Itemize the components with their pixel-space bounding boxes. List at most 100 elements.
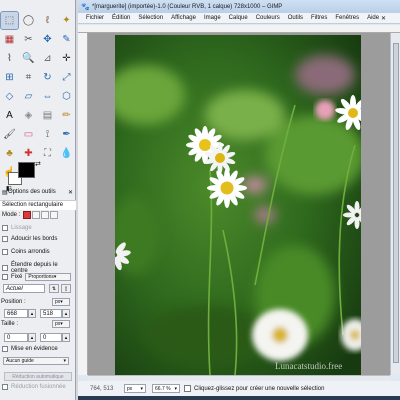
size-w-stepper[interactable]: ▴ bbox=[28, 333, 36, 342]
zoom-dropdown[interactable]: 66.7 % ▾ bbox=[152, 384, 180, 393]
vertical-scrollbar[interactable] bbox=[390, 33, 400, 375]
size-label-row: Taille : px ▾ bbox=[0, 320, 76, 328]
title-bar[interactable]: 🐾 *[marguerite] (importée)-1.0 (Couleur … bbox=[78, 0, 400, 13]
feather-checkbox[interactable] bbox=[2, 236, 8, 242]
move-tool-button[interactable]: ✛ bbox=[58, 50, 75, 67]
measure-icon: ⊿ bbox=[43, 52, 52, 64]
perspective-clone-icon: ⛶ bbox=[44, 147, 51, 159]
auto-shrink-button[interactable]: Réduction automatique bbox=[4, 372, 72, 381]
menu-couleurs[interactable]: Couleurs bbox=[256, 15, 280, 21]
guides-dropdown[interactable]: Aucun guide ▾ bbox=[3, 357, 69, 365]
smoothing-row[interactable]: Lissage bbox=[0, 225, 76, 231]
foreground-color-swatch[interactable] bbox=[18, 162, 35, 178]
position-x-input[interactable]: 668 bbox=[4, 309, 28, 318]
size-h-value: 0 bbox=[43, 334, 47, 341]
highlight-checkbox[interactable] bbox=[2, 346, 8, 352]
menu-fenetres[interactable]: Fenêtres bbox=[335, 15, 359, 21]
mode-intersect-button[interactable] bbox=[50, 211, 59, 219]
lasso-tool-button[interactable]: ℓ bbox=[39, 12, 56, 29]
menu-outils[interactable]: Outils bbox=[288, 15, 303, 21]
position-unit-dropdown[interactable]: px ▾ bbox=[52, 298, 70, 306]
swap-colors-icon[interactable]: ⇄ bbox=[35, 160, 41, 168]
mode-add-button[interactable] bbox=[32, 211, 41, 219]
swap-ratio-icon[interactable]: ⇅ bbox=[49, 284, 59, 293]
shear-icon: ◇ bbox=[5, 90, 14, 102]
rounded-checkbox[interactable] bbox=[2, 249, 8, 255]
expand-checkbox[interactable] bbox=[2, 265, 8, 271]
menu-image[interactable]: Image bbox=[204, 15, 221, 21]
menu-filtres[interactable]: Filtres bbox=[311, 15, 327, 21]
ellipse-select-tool-button[interactable]: ◯ bbox=[20, 12, 37, 29]
scissors-tool-button[interactable]: ✂ bbox=[20, 31, 37, 48]
horizontal-ruler[interactable] bbox=[78, 25, 400, 33]
daisy-photo[interactable]: Lunacatstudio.free bbox=[115, 35, 361, 375]
rotate-tool-button[interactable]: ↻ bbox=[39, 69, 56, 86]
bucket-fill-tool-button[interactable]: ◈ bbox=[20, 107, 37, 124]
perspective-clone-tool-button[interactable]: ⛶ bbox=[39, 145, 56, 162]
size-w-input[interactable]: 0 bbox=[4, 333, 28, 342]
size-h-input[interactable]: 0 bbox=[40, 333, 62, 342]
rect-select-icon: ⬚ bbox=[4, 14, 15, 26]
cage-tool-button[interactable]: ⬡ bbox=[58, 88, 75, 105]
cancel-icon[interactable] bbox=[184, 385, 191, 392]
position-label-row: Position : px ▾ bbox=[0, 298, 76, 306]
shrink-merged-checkbox[interactable] bbox=[2, 384, 8, 390]
close-image-icon[interactable]: ✕ bbox=[381, 15, 386, 22]
ink-tool-button[interactable]: ✒ bbox=[58, 126, 75, 143]
measure-tool-button[interactable]: ⊿ bbox=[39, 50, 56, 67]
menu-fichier[interactable]: Fichier bbox=[86, 15, 104, 21]
menu-selection[interactable]: Sélection bbox=[138, 15, 163, 21]
position-y-input[interactable]: 518 bbox=[40, 309, 62, 318]
size-h-stepper[interactable]: ▴ bbox=[62, 333, 70, 342]
menu-calque[interactable]: Calque bbox=[229, 15, 248, 21]
highlight-row[interactable]: Mise en évidence bbox=[0, 346, 76, 352]
tab-close-icon[interactable]: ✕ bbox=[68, 189, 73, 196]
rounded-row[interactable]: Coins arrondis bbox=[0, 249, 76, 255]
pencil-tool-button[interactable]: ✏ bbox=[58, 107, 75, 124]
fuzzy-select-tool-button[interactable]: ✦ bbox=[58, 12, 75, 29]
perspective-tool-button[interactable]: ▱ bbox=[20, 88, 37, 105]
menu-edition[interactable]: Édition bbox=[112, 15, 130, 21]
mode-subtract-button[interactable] bbox=[41, 211, 50, 219]
clone-icon: ♣ bbox=[6, 147, 13, 159]
shrink-merged-row[interactable]: Réduction fusionnée bbox=[0, 384, 76, 390]
paintbrush-tool-button[interactable]: 🖌 bbox=[1, 126, 18, 143]
scale-tool-button[interactable]: ⤢ bbox=[58, 69, 75, 86]
vertical-ruler[interactable] bbox=[78, 33, 88, 375]
mode-replace-button[interactable] bbox=[23, 211, 32, 219]
color-picker-tool-button[interactable]: ⌇ bbox=[1, 50, 18, 67]
eraser-tool-button[interactable]: ▭ bbox=[20, 126, 37, 143]
tool-options-tab[interactable]: ▤ Options des outils ✕ bbox=[0, 187, 76, 197]
text-tool-button[interactable]: A bbox=[1, 107, 18, 124]
airbrush-tool-button[interactable]: ⟟ bbox=[39, 126, 56, 143]
zoom-tool-button[interactable]: 🔍 bbox=[20, 50, 37, 67]
menu-aide[interactable]: Aide bbox=[367, 15, 379, 21]
color-select-tool-button[interactable]: ▦ bbox=[1, 31, 18, 48]
foreground-select-tool-button[interactable]: ✥ bbox=[39, 31, 56, 48]
paths-tool-button[interactable]: ✎ bbox=[58, 31, 75, 48]
pointer-coordinates: 764, 513 bbox=[90, 385, 114, 392]
size-unit-dropdown[interactable]: px ▾ bbox=[52, 320, 70, 328]
fixed-checkbox[interactable] bbox=[2, 274, 8, 280]
units-dropdown[interactable]: px ▾ bbox=[124, 384, 146, 393]
gradient-tool-button[interactable]: ▤ bbox=[39, 107, 56, 124]
fixed-dropdown[interactable]: Proportions ▾ bbox=[25, 273, 72, 281]
shear-tool-button[interactable]: ◇ bbox=[1, 88, 18, 105]
position-y-stepper[interactable]: ▴ bbox=[62, 309, 70, 318]
vertical-scroll-thumb[interactable] bbox=[393, 43, 399, 363]
portrait-icon[interactable]: ▯ bbox=[61, 284, 71, 293]
flip-tool-button[interactable]: ⇔ bbox=[39, 88, 56, 105]
align-tool-button[interactable]: ⊞ bbox=[1, 69, 18, 86]
smoothing-checkbox[interactable] bbox=[2, 225, 8, 231]
crop-tool-button[interactable]: ⌗ bbox=[20, 69, 37, 86]
rect-select-tool-button[interactable]: ⬚ bbox=[0, 11, 19, 30]
position-x-stepper[interactable]: ▴ bbox=[28, 309, 36, 318]
clone-tool-button[interactable]: ♣ bbox=[1, 145, 18, 162]
canvas-area[interactable]: Lunacatstudio.free bbox=[88, 33, 390, 375]
feather-row[interactable]: Adoucir les bords bbox=[0, 236, 76, 242]
blur-tool-button[interactable]: 💧 bbox=[58, 145, 75, 162]
menu-affichage[interactable]: Affichage bbox=[171, 15, 196, 21]
current-field[interactable]: Actuel bbox=[3, 284, 45, 293]
heal-icon: ✚ bbox=[24, 147, 33, 159]
color-picker-icon: ⌇ bbox=[7, 52, 12, 64]
